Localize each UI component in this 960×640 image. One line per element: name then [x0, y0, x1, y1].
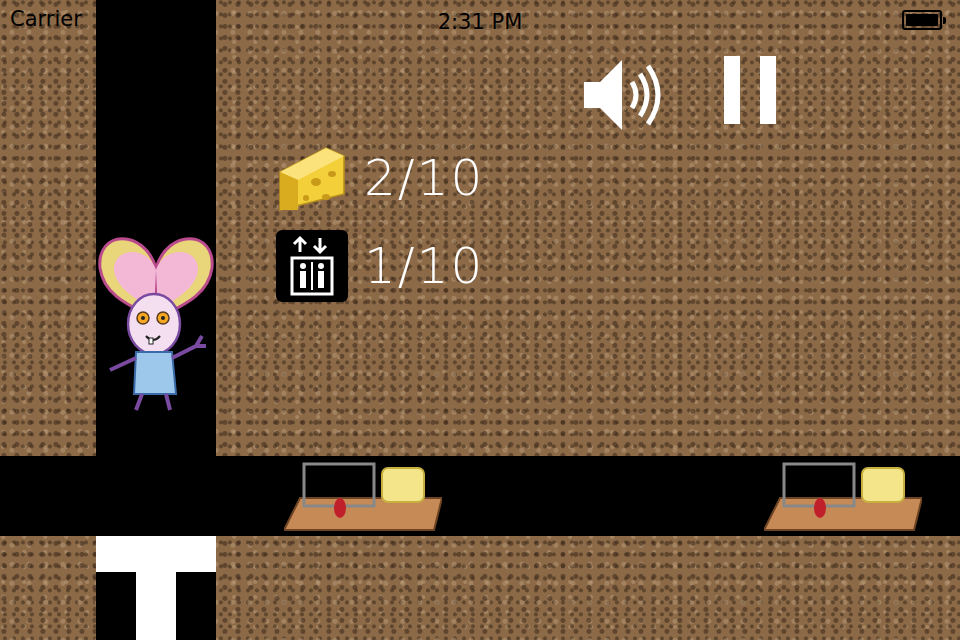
status-bar: Carrier 2:31 PM [0, 0, 960, 40]
mousetrap-icon [284, 458, 442, 534]
elevator-counter: 1/10 [276, 230, 484, 302]
mouse-icon[interactable] [96, 228, 216, 414]
cheese-icon [276, 142, 348, 214]
cheese-counter: 2/10 [276, 142, 484, 214]
clock: 2:31 PM [0, 7, 960, 39]
exit-marker [96, 536, 216, 572]
pause-icon[interactable] [720, 52, 784, 128]
battery-fill [906, 14, 938, 26]
cheese-count: 2/10 [364, 151, 484, 206]
elevator-count: 1/10 [364, 239, 484, 294]
carrier-label: Carrier [10, 4, 82, 36]
pause-button[interactable] [720, 52, 784, 128]
battery-icon [902, 10, 942, 30]
elevator-icon [276, 230, 348, 302]
hud: 2/10 1/10 [276, 142, 484, 302]
speaker-icon[interactable] [580, 52, 666, 138]
sound-button[interactable] [580, 52, 666, 138]
mousetrap-icon [764, 458, 922, 534]
exit-marker-stem [136, 572, 176, 640]
game-board: Carrier 2:31 PM 2/10 [0, 0, 960, 640]
